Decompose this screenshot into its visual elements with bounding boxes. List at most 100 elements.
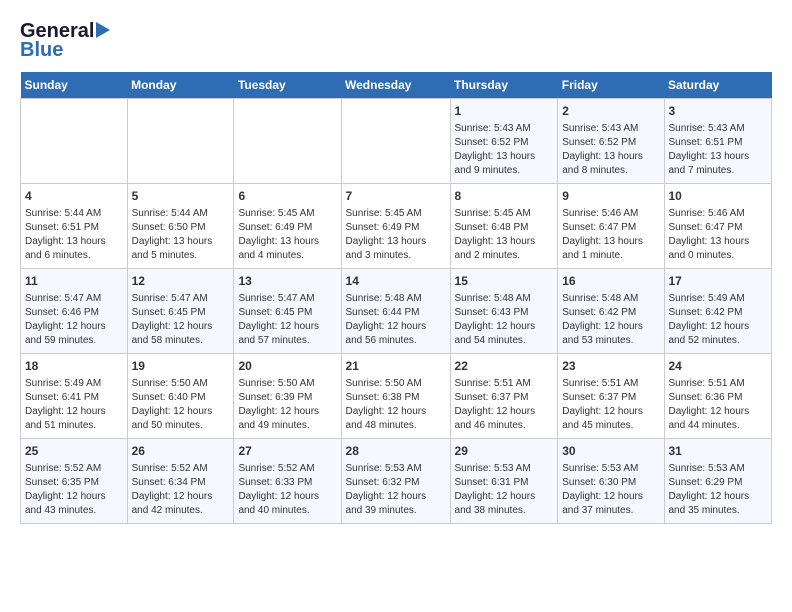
day-info: Sunrise: 5:44 AM Sunset: 6:50 PM Dayligh…: [132, 207, 230, 263]
day-cell: 23 Sunrise: 5:51 AM Sunset: 6:37 PM Dayli…: [558, 354, 664, 439]
day-info: Sunrise: 5:50 AM Sunset: 6:38 PM Dayligh…: [346, 377, 446, 433]
day-cell: 15 Sunrise: 5:48 AM Sunset: 6:43 PM Dayli…: [450, 269, 558, 354]
day-cell: 16 Sunrise: 5:48 AM Sunset: 6:42 PM Dayli…: [558, 269, 664, 354]
day-cell: 30Sunrise: 5:53 AM Sunset: 6:30 PM Dayli…: [558, 439, 664, 524]
header-row: SundayMondayTuesdayWednesdayThursdayFrid…: [21, 72, 772, 99]
day-cell: [127, 99, 234, 184]
col-header-wednesday: Wednesday: [341, 72, 450, 99]
day-info: Sunrise: 5:48 AM Sunset: 6:44 PM Dayligh…: [346, 292, 446, 348]
day-cell: 2 Sunrise: 5:43 AM Sunset: 6:52 PM Daylig…: [558, 99, 664, 184]
day-number: 13: [238, 273, 336, 290]
day-cell: [341, 99, 450, 184]
day-info: Sunrise: 5:48 AM Sunset: 6:43 PM Dayligh…: [455, 292, 554, 348]
day-number: 6: [238, 188, 336, 205]
day-cell: 24Sunrise: 5:51 AM Sunset: 6:36 PM Dayli…: [664, 354, 772, 439]
day-number: 11: [25, 273, 123, 290]
week-row-4: 18 Sunrise: 5:49 AM Sunset: 6:41 PM Dayli…: [21, 354, 772, 439]
day-number: 14: [346, 273, 446, 290]
day-info: Sunrise: 5:52 AM Sunset: 6:35 PM Dayligh…: [25, 462, 123, 518]
day-number: 30: [562, 443, 659, 460]
day-number: 26: [132, 443, 230, 460]
day-info: Sunrise: 5:46 AM Sunset: 6:47 PM Dayligh…: [669, 207, 768, 263]
day-number: 23: [562, 358, 659, 375]
day-cell: 25 Sunrise: 5:52 AM Sunset: 6:35 PM Dayli…: [21, 439, 128, 524]
day-number: 29: [455, 443, 554, 460]
day-number: 8: [455, 188, 554, 205]
col-header-friday: Friday: [558, 72, 664, 99]
col-header-tuesday: Tuesday: [234, 72, 341, 99]
day-cell: 8 Sunrise: 5:45 AM Sunset: 6:48 PM Daylig…: [450, 184, 558, 269]
day-cell: 21 Sunrise: 5:50 AM Sunset: 6:38 PM Dayli…: [341, 354, 450, 439]
day-cell: 11 Sunrise: 5:47 AM Sunset: 6:46 PM Dayli…: [21, 269, 128, 354]
logo: General Blue: [20, 20, 110, 62]
col-header-sunday: Sunday: [21, 72, 128, 99]
day-cell: 13 Sunrise: 5:47 AM Sunset: 6:45 PM Dayli…: [234, 269, 341, 354]
day-cell: 1 Sunrise: 5:43 AM Sunset: 6:52 PM Daylig…: [450, 99, 558, 184]
header: General Blue: [20, 20, 772, 62]
day-cell: 19 Sunrise: 5:50 AM Sunset: 6:40 PM Dayli…: [127, 354, 234, 439]
day-number: 31: [669, 443, 768, 460]
day-info: Sunrise: 5:48 AM Sunset: 6:42 PM Dayligh…: [562, 292, 659, 348]
day-number: 19: [132, 358, 230, 375]
day-number: 22: [455, 358, 554, 375]
col-header-thursday: Thursday: [450, 72, 558, 99]
day-info: Sunrise: 5:47 AM Sunset: 6:45 PM Dayligh…: [238, 292, 336, 348]
day-number: 27: [238, 443, 336, 460]
day-number: 1: [455, 103, 554, 120]
day-cell: 17 Sunrise: 5:49 AM Sunset: 6:42 PM Dayli…: [664, 269, 772, 354]
day-number: 18: [25, 358, 123, 375]
calendar-table: SundayMondayTuesdayWednesdayThursdayFrid…: [20, 72, 772, 524]
day-info: Sunrise: 5:47 AM Sunset: 6:45 PM Dayligh…: [132, 292, 230, 348]
day-info: Sunrise: 5:53 AM Sunset: 6:31 PM Dayligh…: [455, 462, 554, 518]
day-cell: 5Sunrise: 5:44 AM Sunset: 6:50 PM Daylig…: [127, 184, 234, 269]
day-cell: 27 Sunrise: 5:52 AM Sunset: 6:33 PM Dayli…: [234, 439, 341, 524]
day-number: 20: [238, 358, 336, 375]
day-info: Sunrise: 5:51 AM Sunset: 6:37 PM Dayligh…: [455, 377, 554, 433]
day-cell: 28 Sunrise: 5:53 AM Sunset: 6:32 PM Dayli…: [341, 439, 450, 524]
day-cell: 9 Sunrise: 5:46 AM Sunset: 6:47 PM Daylig…: [558, 184, 664, 269]
day-cell: 14 Sunrise: 5:48 AM Sunset: 6:44 PM Dayli…: [341, 269, 450, 354]
day-cell: 22 Sunrise: 5:51 AM Sunset: 6:37 PM Dayli…: [450, 354, 558, 439]
day-number: 15: [455, 273, 554, 290]
day-number: 7: [346, 188, 446, 205]
day-cell: 20 Sunrise: 5:50 AM Sunset: 6:39 PM Dayli…: [234, 354, 341, 439]
day-info: Sunrise: 5:53 AM Sunset: 6:32 PM Dayligh…: [346, 462, 446, 518]
day-number: 3: [669, 103, 768, 120]
day-number: 28: [346, 443, 446, 460]
day-info: Sunrise: 5:45 AM Sunset: 6:48 PM Dayligh…: [455, 207, 554, 263]
day-info: Sunrise: 5:52 AM Sunset: 6:33 PM Dayligh…: [238, 462, 336, 518]
day-number: 2: [562, 103, 659, 120]
day-info: Sunrise: 5:49 AM Sunset: 6:41 PM Dayligh…: [25, 377, 123, 433]
col-header-monday: Monday: [127, 72, 234, 99]
day-cell: 26Sunrise: 5:52 AM Sunset: 6:34 PM Dayli…: [127, 439, 234, 524]
day-info: Sunrise: 5:47 AM Sunset: 6:46 PM Dayligh…: [25, 292, 123, 348]
day-info: Sunrise: 5:45 AM Sunset: 6:49 PM Dayligh…: [238, 207, 336, 263]
day-info: Sunrise: 5:44 AM Sunset: 6:51 PM Dayligh…: [25, 207, 123, 263]
day-number: 4: [25, 188, 123, 205]
day-info: Sunrise: 5:43 AM Sunset: 6:52 PM Dayligh…: [562, 122, 659, 178]
day-info: Sunrise: 5:49 AM Sunset: 6:42 PM Dayligh…: [669, 292, 768, 348]
day-cell: 3 Sunrise: 5:43 AM Sunset: 6:51 PM Daylig…: [664, 99, 772, 184]
day-cell: [21, 99, 128, 184]
day-number: 9: [562, 188, 659, 205]
day-info: Sunrise: 5:43 AM Sunset: 6:52 PM Dayligh…: [455, 122, 554, 178]
day-info: Sunrise: 5:51 AM Sunset: 6:37 PM Dayligh…: [562, 377, 659, 433]
day-cell: 29 Sunrise: 5:53 AM Sunset: 6:31 PM Dayli…: [450, 439, 558, 524]
day-number: 17: [669, 273, 768, 290]
day-cell: 12 Sunrise: 5:47 AM Sunset: 6:45 PM Dayli…: [127, 269, 234, 354]
day-info: Sunrise: 5:50 AM Sunset: 6:40 PM Dayligh…: [132, 377, 230, 433]
col-header-saturday: Saturday: [664, 72, 772, 99]
week-row-3: 11 Sunrise: 5:47 AM Sunset: 6:46 PM Dayli…: [21, 269, 772, 354]
day-info: Sunrise: 5:46 AM Sunset: 6:47 PM Dayligh…: [562, 207, 659, 263]
day-cell: [234, 99, 341, 184]
day-number: 12: [132, 273, 230, 290]
day-number: 21: [346, 358, 446, 375]
day-number: 16: [562, 273, 659, 290]
week-row-5: 25 Sunrise: 5:52 AM Sunset: 6:35 PM Dayli…: [21, 439, 772, 524]
day-info: Sunrise: 5:43 AM Sunset: 6:51 PM Dayligh…: [669, 122, 768, 178]
day-info: Sunrise: 5:50 AM Sunset: 6:39 PM Dayligh…: [238, 377, 336, 433]
day-number: 25: [25, 443, 123, 460]
day-info: Sunrise: 5:51 AM Sunset: 6:36 PM Dayligh…: [669, 377, 768, 433]
day-cell: 7Sunrise: 5:45 AM Sunset: 6:49 PM Daylig…: [341, 184, 450, 269]
week-row-1: 1 Sunrise: 5:43 AM Sunset: 6:52 PM Daylig…: [21, 99, 772, 184]
